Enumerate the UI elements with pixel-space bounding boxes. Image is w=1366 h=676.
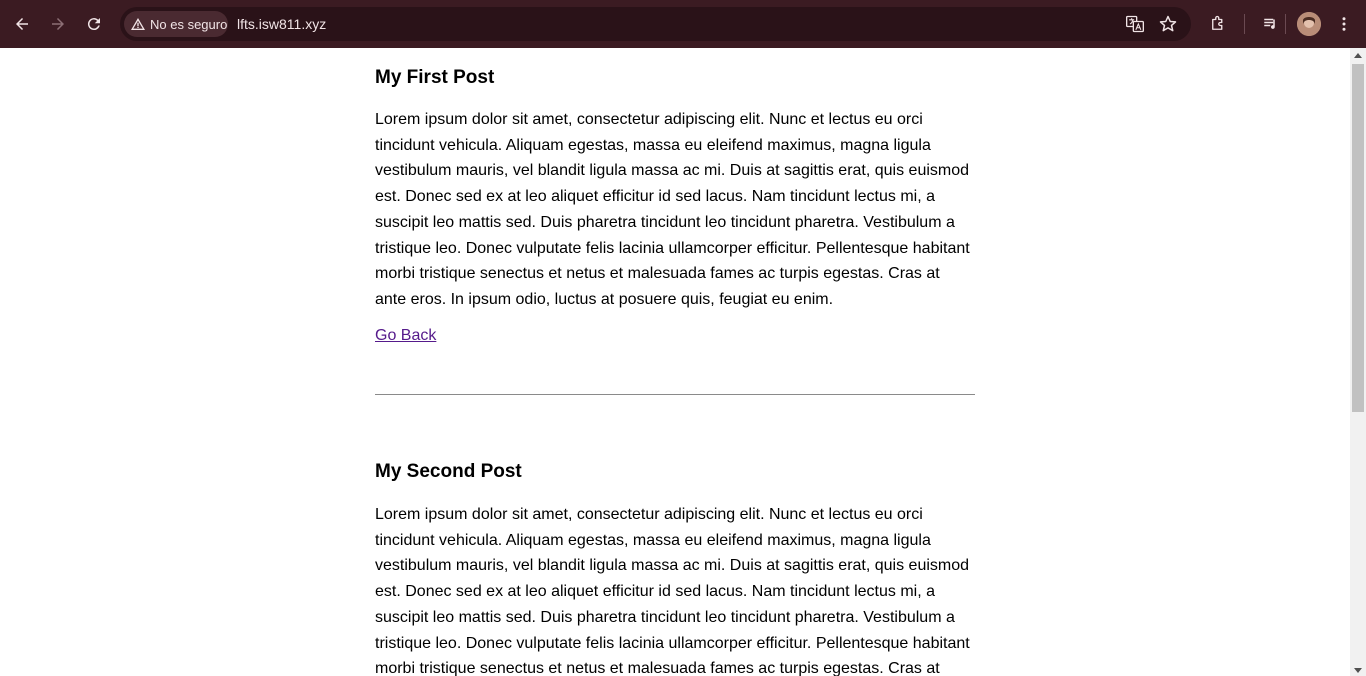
security-label: No es seguro — [150, 16, 228, 32]
forward-button[interactable] — [46, 12, 70, 36]
media-control-icon — [1264, 18, 1275, 29]
back-button[interactable] — [10, 12, 34, 36]
browser-toolbar: No es seguro lfts.isw811.xyz — [0, 0, 1366, 48]
translate-icon — [1126, 15, 1144, 33]
address-bar[interactable]: No es seguro lfts.isw811.xyz — [120, 7, 1191, 41]
scroll-down-arrow-icon[interactable] — [1354, 668, 1362, 673]
url-text[interactable]: lfts.isw811.xyz — [237, 16, 326, 32]
forward-icon — [52, 18, 64, 30]
post-2: My Second Post Lorem ipsum dolor sit ame… — [375, 461, 975, 676]
post-1: My First Post Lorem ipsum dolor sit amet… — [375, 67, 975, 345]
reload-icon — [87, 18, 100, 31]
back-icon — [16, 18, 28, 30]
post-body: Lorem ipsum dolor sit amet, consectetur … — [375, 506, 970, 676]
scroll-up-arrow-icon[interactable] — [1354, 53, 1362, 58]
go-back-link[interactable]: Go Back — [375, 327, 436, 344]
extensions-icon — [1212, 15, 1223, 30]
bookmark-button[interactable] — [1157, 13, 1179, 35]
media-control-button[interactable] — [1259, 12, 1283, 36]
page-content: My First Post Lorem ipsum dolor sit amet… — [0, 48, 1350, 676]
security-chip[interactable]: No es seguro — [124, 11, 228, 37]
post-body: Lorem ipsum dolor sit amet, consectetur … — [375, 111, 970, 308]
avatar-face-icon — [1297, 12, 1321, 36]
menu-button[interactable] — [1332, 12, 1356, 36]
post-title: My Second Post — [375, 461, 522, 482]
extensions-button[interactable] — [1206, 12, 1230, 36]
bookmark-star-icon — [1159, 15, 1177, 32]
menu-icon — [1342, 17, 1346, 31]
toolbar-separator — [1285, 14, 1286, 34]
toolbar-separator — [1244, 14, 1245, 34]
scroll-thumb[interactable] — [1352, 64, 1364, 412]
profile-avatar[interactable] — [1297, 12, 1321, 36]
post-title: My First Post — [375, 67, 495, 88]
page-scrollbar[interactable] — [1350, 48, 1366, 676]
post-divider — [375, 394, 975, 395]
reload-button[interactable] — [82, 12, 106, 36]
translate-button[interactable] — [1124, 13, 1146, 35]
warning-icon — [131, 18, 145, 30]
